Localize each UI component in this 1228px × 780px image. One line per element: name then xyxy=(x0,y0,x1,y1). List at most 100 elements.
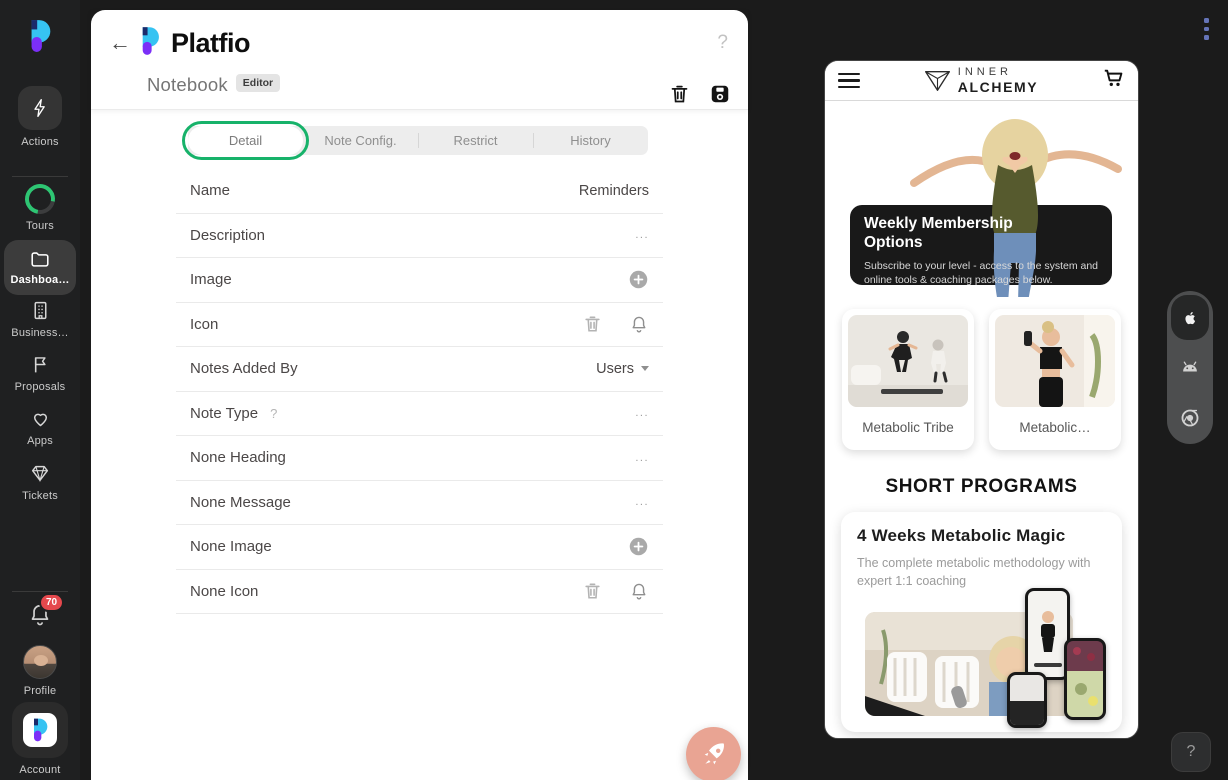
form-row-none-heading[interactable]: None Heading ... xyxy=(176,436,663,481)
notes-added-by-dropdown[interactable]: Users xyxy=(596,361,649,377)
tab-note-config[interactable]: Note Config. xyxy=(303,126,418,155)
none-icon-bell-button[interactable] xyxy=(629,581,649,602)
help-button[interactable]: ? xyxy=(1171,732,1211,772)
editor-badge: Editor xyxy=(235,74,281,92)
form-row-name[interactable]: Name Reminders xyxy=(176,169,663,214)
trash-icon xyxy=(585,316,600,332)
delete-icon-button[interactable] xyxy=(583,314,602,334)
menu-icon[interactable] xyxy=(838,72,860,89)
tours-spinner-icon xyxy=(19,178,61,220)
tab-label: Note Config. xyxy=(324,133,397,148)
save-button[interactable] xyxy=(709,83,731,110)
save-icon xyxy=(711,85,729,103)
program-collage xyxy=(857,588,1106,729)
platfio-logo-icon[interactable] xyxy=(0,18,80,54)
sidebar-item-label: Business… xyxy=(11,327,69,339)
icon-bell-button[interactable] xyxy=(629,314,649,335)
android-icon xyxy=(1183,361,1197,372)
phone-app-header: INNER ALCHEMY xyxy=(825,61,1138,101)
sidebar-item-label: Proposals xyxy=(14,381,66,393)
page-title-row: Notebook Editor xyxy=(147,74,281,96)
add-none-image-button[interactable] xyxy=(628,536,649,557)
sidebar-item-dashboard[interactable]: Dashboa… xyxy=(4,240,76,295)
form-row-none-message[interactable]: None Message ... xyxy=(176,481,663,525)
web-preview-button[interactable] xyxy=(1167,392,1213,444)
cart-button[interactable] xyxy=(1102,67,1125,94)
note-type-help-icon[interactable]: ? xyxy=(270,406,277,421)
field-label: Icon xyxy=(190,315,219,333)
field-label: Image xyxy=(190,271,232,289)
account-box xyxy=(12,702,68,758)
phone-mockup-dark xyxy=(1007,672,1047,729)
folder-icon xyxy=(31,252,49,267)
sidebar-divider xyxy=(12,591,68,592)
brand-word-alchemy: ALCHEMY xyxy=(957,79,1039,95)
field-value[interactable]: Reminders xyxy=(579,183,649,199)
sidebar-item-tickets[interactable]: Tickets xyxy=(0,462,80,502)
card-metabolic-2[interactable]: Metabolic… xyxy=(989,309,1121,450)
sidebar-item-proposals[interactable]: Proposals xyxy=(0,354,80,393)
device-switcher xyxy=(1167,291,1213,444)
hero-banner[interactable]: Weekly Membership Options Subscribe to y… xyxy=(825,101,1138,297)
bell-icon xyxy=(632,316,646,333)
delete-none-icon-button[interactable] xyxy=(583,581,602,601)
sidebar-item-label: Actions xyxy=(21,136,59,148)
field-label: Name xyxy=(190,182,231,200)
tab-history[interactable]: History xyxy=(533,126,648,155)
field-label: None Icon xyxy=(190,582,259,600)
tab-detail[interactable]: Detail xyxy=(182,121,309,160)
sidebar-item-account[interactable]: Account xyxy=(0,702,80,776)
form-row-note-type[interactable]: Note Type ? ... xyxy=(176,392,663,436)
form-row-icon[interactable]: Icon xyxy=(176,303,663,347)
card-label: Metabolic Tribe xyxy=(862,420,954,435)
bell-icon xyxy=(632,583,646,600)
chevron-down-icon xyxy=(641,366,649,372)
field-value[interactable]: ... xyxy=(635,229,649,241)
editor-tabs: Detail Note Config. Restrict History xyxy=(182,121,648,160)
platfio-header-logo-icon xyxy=(137,26,163,61)
form-row-none-image[interactable]: None Image xyxy=(176,525,663,570)
gem-icon xyxy=(31,465,49,483)
form-row-description[interactable]: Description ... xyxy=(176,214,663,258)
card-metabolic-tribe[interactable]: Metabolic Tribe xyxy=(842,309,974,450)
metabolic-photo xyxy=(995,315,1115,407)
sidebar-item-tours[interactable]: Tours xyxy=(0,178,80,232)
form-row-notes-added-by[interactable]: Notes Added By Users xyxy=(176,347,663,392)
sidebar-item-apps[interactable]: Apps xyxy=(0,408,80,447)
tab-restrict[interactable]: Restrict xyxy=(418,126,533,155)
android-preview-button[interactable] xyxy=(1167,340,1213,392)
brand-word-inner: INNER xyxy=(957,66,1013,78)
notifications-button[interactable]: 70 xyxy=(0,593,80,633)
back-button[interactable]: ← xyxy=(109,30,131,56)
sidebar-item-label: Tours xyxy=(26,220,54,232)
header-help-button[interactable]: ? xyxy=(717,32,728,54)
tab-label: History xyxy=(570,133,611,148)
phone-mockup-food xyxy=(1064,638,1106,721)
add-image-button[interactable] xyxy=(628,269,649,290)
program-card[interactable]: 4 Weeks Metabolic Magic The complete met… xyxy=(841,512,1122,733)
field-label: Description xyxy=(190,226,266,244)
field-value[interactable]: ... xyxy=(635,407,649,419)
preview-menu-button[interactable] xyxy=(1204,18,1209,40)
kebab-dot xyxy=(1204,26,1209,31)
launch-button[interactable] xyxy=(686,727,741,780)
membership-cards: Metabolic Tribe Metabolic… xyxy=(825,297,1138,450)
sidebar-item-business[interactable]: Business… xyxy=(0,300,80,339)
metabolic-tribe-photo xyxy=(848,315,968,407)
avatar xyxy=(23,645,57,679)
field-value[interactable]: ... xyxy=(635,452,649,464)
delete-notebook-button[interactable] xyxy=(669,83,690,110)
app-root: Actions Tours Dashboa… Business… Proposa… xyxy=(0,0,1228,780)
form-row-image[interactable]: Image xyxy=(176,258,663,303)
sidebar-item-profile[interactable]: Profile xyxy=(0,645,80,697)
kebab-dot xyxy=(1204,18,1209,23)
dropdown-value: Users xyxy=(596,360,634,377)
ios-preview-button[interactable] xyxy=(1171,295,1209,340)
sidebar-item-actions[interactable]: Actions xyxy=(0,86,80,148)
form-row-none-icon[interactable]: None Icon xyxy=(176,570,663,614)
editor-panel: ← Platfio ? Notebook Editor Detail Note … xyxy=(91,10,748,780)
tab-label: Detail xyxy=(228,133,263,148)
rocket-icon xyxy=(704,742,724,764)
field-value[interactable]: ... xyxy=(635,496,649,508)
field-label: Note Type xyxy=(190,404,259,422)
